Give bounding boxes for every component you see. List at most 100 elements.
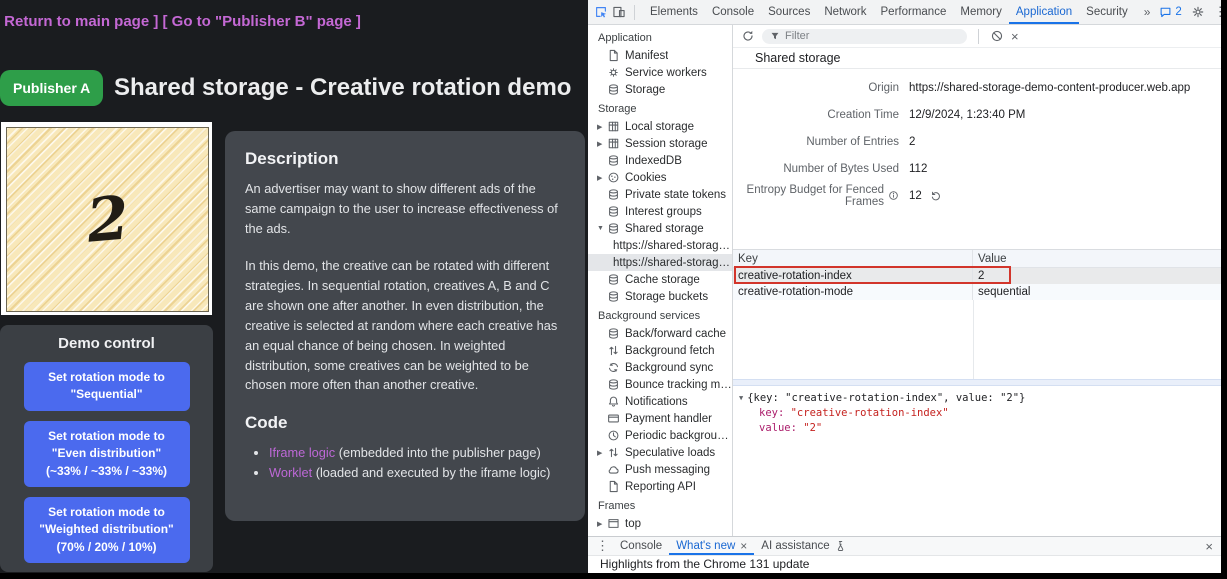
tab-performance[interactable]: Performance: [874, 0, 954, 24]
refresh-icon[interactable]: [741, 29, 755, 43]
sidebar-item-service-workers[interactable]: Service workers: [588, 64, 732, 81]
sidebar-item-cookies[interactable]: ▶ Cookies: [588, 169, 732, 186]
tab-application[interactable]: Application: [1009, 0, 1079, 24]
tabbar-right-icons: 2 ⋮ ×: [1159, 4, 1227, 20]
sidebar-item-notifications[interactable]: Notifications: [588, 393, 732, 410]
creative-number: 2: [84, 183, 132, 256]
sidebar-item-speculative-loads[interactable]: ▶Speculative loads: [588, 444, 732, 461]
key-column-header[interactable]: Key: [733, 250, 973, 267]
expand-arrow-icon[interactable]: ▼: [597, 225, 607, 232]
more-tabs-chevron[interactable]: »: [1139, 0, 1156, 24]
sidebar-item-manifest[interactable]: Manifest: [588, 47, 732, 64]
code-list-item: Iframe logic (embedded into the publishe…: [269, 443, 565, 463]
sidebar-item-bounce-tracking-miti[interactable]: Bounce tracking miti...: [588, 376, 732, 393]
description-heading: Description: [245, 149, 565, 169]
expand-arrow-icon[interactable]: ▶: [597, 140, 607, 148]
drawer-tab-ai-assistance[interactable]: AI assistance: [754, 537, 853, 555]
sidebar-item-https-shared-storage[interactable]: https://shared-storage...: [588, 237, 732, 254]
sidebar-item-label: Cache storage: [625, 274, 700, 286]
meta-row-origin: Originhttps://shared-storage-demo-conten…: [733, 74, 1221, 101]
inspect-element-icon[interactable]: [594, 5, 608, 19]
demo-button-2[interactable]: Set rotation mode to "Even distribution"…: [24, 421, 190, 487]
reset-icon[interactable]: [930, 190, 942, 202]
drawer-tab-what-s-new[interactable]: What's new×: [669, 537, 754, 555]
sidebar-item-indexeddb[interactable]: IndexedDB: [588, 152, 732, 169]
demo-button-1[interactable]: Set rotation mode to "Sequential": [24, 362, 190, 411]
table-icon: [607, 120, 620, 133]
sidebar-item-back-forward-cache[interactable]: Back/forward cache: [588, 325, 732, 342]
sidebar-item-cache-storage[interactable]: Cache storage: [588, 271, 732, 288]
settings-gear-icon[interactable]: [1191, 5, 1205, 19]
tab-elements[interactable]: Elements: [643, 0, 705, 24]
sidebar-item-shared-storage[interactable]: ▼Shared storage: [588, 220, 732, 237]
code-link-iframe-logic[interactable]: Iframe logic: [269, 445, 335, 460]
page-title: Shared storage - Creative rotation demo: [114, 74, 571, 102]
expand-arrow-icon[interactable]: ▶: [597, 123, 607, 131]
drawer-menu-icon[interactable]: ⋮: [596, 538, 609, 554]
drawer-close-icon[interactable]: ×: [1205, 540, 1213, 553]
sidebar-item-storage[interactable]: Storage: [588, 81, 732, 98]
block-icon[interactable]: [990, 29, 1004, 43]
sidebar-item-push-messaging[interactable]: Push messaging: [588, 461, 732, 478]
meta-value-text: 112: [909, 163, 927, 175]
tab-security[interactable]: Security: [1079, 0, 1135, 24]
code-link-worklet[interactable]: Worklet: [269, 465, 312, 480]
expand-arrow-icon[interactable]: ▶: [597, 449, 607, 457]
sidebar-item-local-storage[interactable]: ▶Local storage: [588, 118, 732, 135]
meta-value-text: 12: [909, 190, 922, 202]
sidebar-item-top[interactable]: ▶top: [588, 515, 732, 532]
page-top-links[interactable]: [ Return to main page ] [ Go to "Publish…: [0, 13, 361, 30]
card-icon: [607, 412, 620, 425]
device-toolbar-icon[interactable]: [612, 5, 626, 19]
drawer-tab-console[interactable]: Console: [613, 537, 669, 555]
issues-indicator[interactable]: 2: [1159, 6, 1181, 19]
table-row-creative-rotation-index[interactable]: creative-rotation-index2: [733, 268, 1221, 284]
tab-console[interactable]: Console: [705, 0, 761, 24]
tab-sources[interactable]: Sources: [761, 0, 817, 24]
meta-value-text: https://shared-storage-demo-content-prod…: [909, 82, 1190, 94]
sidebar-item-background-fetch[interactable]: Background fetch: [588, 342, 732, 359]
doc-icon: [607, 480, 620, 493]
pane-splitter[interactable]: [733, 379, 1221, 386]
db-icon: [607, 327, 620, 340]
sidebar-item-private-state-tokens[interactable]: Private state tokens: [588, 186, 732, 203]
ad-creative-frame: 2: [1, 122, 212, 315]
sidebar-item-interest-groups[interactable]: Interest groups: [588, 203, 732, 220]
code-link-suffix: (loaded and executed by the iframe logic…: [312, 465, 550, 480]
expand-arrow-icon[interactable]: ▶: [597, 520, 607, 528]
tab-network[interactable]: Network: [817, 0, 873, 24]
tab-memory[interactable]: Memory: [953, 0, 1009, 24]
demo-button-3[interactable]: Set rotation mode to "Weighted distribut…: [24, 497, 190, 563]
fetch-icon: [607, 446, 620, 459]
db-icon: [607, 222, 620, 235]
sidebar-item-payment-handler[interactable]: Payment handler: [588, 410, 732, 427]
code-heading: Code: [245, 413, 565, 433]
filter-input[interactable]: Filter: [762, 29, 967, 44]
sidebar-item-session-storage[interactable]: ▶Session storage: [588, 135, 732, 152]
preview-entry-value[interactable]: value: "2": [739, 421, 1215, 436]
preview-entry-key[interactable]: key: "creative-rotation-index": [739, 406, 1215, 421]
table-row-creative-rotation-mode[interactable]: creative-rotation-modesequential: [733, 284, 1221, 300]
code-list-item: Worklet (loaded and executed by the ifra…: [269, 463, 565, 483]
meta-label: Number of Bytes Used: [733, 163, 899, 175]
sidebar-item-label: Cookies: [625, 172, 667, 184]
sidebar-item-label: Service workers: [625, 67, 707, 79]
expand-arrow-icon[interactable]: ▶: [597, 174, 607, 182]
meta-row-creation-time: Creation Time12/9/2024, 1:23:40 PM: [733, 101, 1221, 128]
preview-pane: ▼ {key: "creative-rotation-index", value…: [733, 386, 1221, 536]
meta-row-number-of-bytes-used: Number of Bytes Used 112: [733, 155, 1221, 182]
value-column-header[interactable]: Value: [973, 250, 1221, 267]
sidebar-item-background-sync[interactable]: Background sync: [588, 359, 732, 376]
sidebar-item-storage-buckets[interactable]: Storage buckets: [588, 288, 732, 305]
preview-summary: {key: "creative-rotation-index", value: …: [747, 391, 1025, 406]
meta-row-entropy-budget-for-fenced-frames: Entropy Budget for Fenced Frames12: [733, 182, 1221, 209]
sidebar-item-periodic-backgroun[interactable]: Periodic backgroun...: [588, 427, 732, 444]
preview-summary-line[interactable]: ▼ {key: "creative-rotation-index", value…: [739, 391, 1215, 406]
sidebar-item-reporting-api[interactable]: Reporting API: [588, 478, 732, 495]
sidebar-item-https-shared-storage[interactable]: https://shared-storage...: [588, 254, 732, 271]
meta-value: 112: [909, 163, 927, 175]
close-tab-icon[interactable]: ×: [740, 537, 747, 555]
clear-icon[interactable]: ×: [1011, 30, 1019, 43]
info-icon[interactable]: [888, 190, 899, 201]
meta-value: 2: [909, 136, 915, 148]
